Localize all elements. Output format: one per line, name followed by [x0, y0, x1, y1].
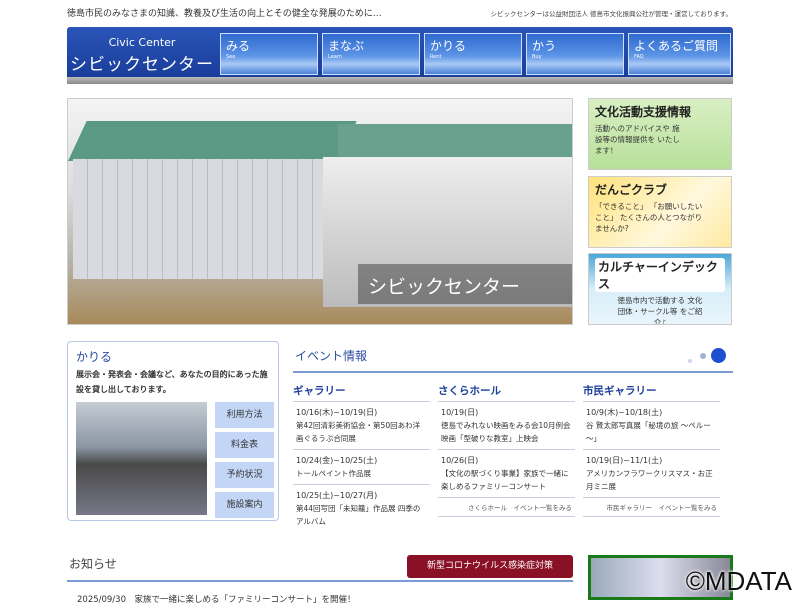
nav-label: みる [226, 39, 251, 53]
nav-learn[interactable]: まなぶ Learn [322, 33, 420, 75]
event-item[interactable]: 10/26(日) 【文化の駅づくり事業】家族で一緒に楽しめるファミリーコンサート [438, 450, 575, 498]
event-title: 【文化の駅づくり事業】家族で一緒に楽しめるファミリーコンサート [441, 469, 569, 491]
event-item[interactable]: 10/16(木)~10/19(日) 第42回清彩美術協会・第50回あわ洋画ぐるうぷ… [293, 402, 430, 450]
event-item[interactable]: 10/9(木)~10/18(土) 谷 賢太郎写真展「秘境の旅 ～ペルー～」 [583, 402, 720, 450]
event-date: 10/25(土)~10/27(月) [296, 491, 378, 500]
nav-faq[interactable]: よくあるご質問 FAQ [628, 33, 731, 75]
event-item[interactable]: 10/19(日) 徳島でみれない映画をみる会10月例会 映画「型破りな教室」上映会 [438, 402, 575, 450]
nav-label: よくあるご質問 [634, 39, 719, 53]
operator-note: シビックセンターは公益財団法人 徳島市文化振興公社が管理・運営しております。 [490, 10, 732, 18]
column-title: 市民ギャラリー [583, 383, 720, 402]
events-column-gallery: ギャラリー 10/16(木)~10/19(日) 第42回清彩美術協会・第50回あわ… [293, 383, 430, 532]
nav-see[interactable]: みる See [220, 33, 318, 75]
event-title: 第44回写団「未知籠」作品展 四季のアルバム [296, 504, 421, 526]
banner-title: 文化活動支援情報 [595, 105, 692, 119]
news-title: お知らせ [69, 557, 117, 571]
event-date: 10/24(金)~10/25(土) [296, 456, 378, 465]
banner-title: だんごクラブ [595, 183, 668, 197]
hero-caption: シビックセンター [358, 264, 572, 304]
header-strip [67, 77, 733, 84]
banner-desc: 「できること」 「お願いしたいこと」 たくさんの人とつながりませんか? [595, 202, 703, 233]
building-roof [68, 121, 357, 161]
banner-desc: 活動へのアドバイスや 施設等の情報提供を いたします！ [595, 124, 680, 155]
nav-sublabel: See [226, 54, 236, 60]
banner-culture-support[interactable]: 文化活動支援情報活動へのアドバイスや 施設等の情報提供を いたします！ [588, 98, 732, 170]
banner-dango-club[interactable]: だんごクラブ「できること」 「お願いしたいこと」 たくさんの人とつながりませんか… [588, 176, 732, 248]
nav-buy[interactable]: かう Buy [526, 33, 624, 75]
events-title: イベント情報 [295, 349, 368, 363]
facility-photo [76, 402, 207, 515]
more-events-link[interactable]: さくらホール イベント一覧をみる [438, 498, 575, 517]
reservation-button[interactable]: 予約状況 [215, 462, 274, 488]
events-column-sakura-hall: さくらホール 10/19(日) 徳島でみれない映画をみる会10月例会 映画「型破り… [438, 383, 575, 517]
nav-label: かう [532, 39, 557, 53]
rent-box: かりる 展示会・発表会・会議など、あなたの目的にあった施設を貸し出しております。… [67, 341, 279, 521]
column-title: ギャラリー [293, 383, 430, 402]
nav-sublabel: Rent [430, 54, 442, 60]
event-date: 10/19(日)~11/1(土) [586, 456, 663, 465]
event-item[interactable]: 10/25(土)~10/27(月) 第44回写団「未知籠」作品展 四季のアルバム [293, 485, 430, 532]
rent-desc: 展示会・発表会・会議など、あなたの目的にあった施設を貸し出しております。 [76, 370, 268, 394]
logo-ja: シビックセンター [70, 55, 214, 75]
banner-desc: 徳島市内で活動する 文化団体・サークル等 をご紹介♪ [617, 296, 703, 325]
news-item[interactable]: 2025/09/30 家族で一緒に楽しめる「ファミリーコンサート」を開催！ [77, 593, 356, 605]
event-date: 10/16(木)~10/19(日) [296, 408, 378, 417]
event-date: 10/19(日) [441, 408, 479, 417]
event-title: 第42回清彩美術協会・第50回あわ洋画ぐるうぷ合同展 [296, 421, 421, 443]
usage-button[interactable]: 利用方法 [215, 402, 274, 428]
carousel-dot[interactable] [688, 359, 692, 363]
tagline: 徳島市民のみなさまの知識、教養及び生活の向上とその健全な発展のために… [67, 9, 382, 19]
facility-guide-button[interactable]: 施設案内 [215, 492, 274, 518]
event-date: 10/26(日) [441, 456, 479, 465]
building [73, 159, 328, 279]
watermark: ©MDATA [685, 566, 792, 596]
event-title: 谷 賢太郎写真展「秘境の旅 ～ペルー～」 [586, 421, 711, 443]
rent-title: かりる [76, 350, 113, 364]
column-title: さくらホール [438, 383, 575, 402]
event-title: トールペイント作品展 [296, 469, 371, 478]
hero-image[interactable]: シビックセンター [67, 98, 573, 325]
banner-title: カルチャーインデックス [595, 258, 725, 292]
nav-sublabel: FAQ [634, 54, 644, 60]
event-title: 徳島でみれない映画をみる会10月例会 映画「型破りな教室」上映会 [441, 421, 571, 443]
carousel-dot-active[interactable] [711, 348, 726, 363]
fee-button[interactable]: 料金表 [215, 432, 274, 458]
nav-label: まなぶ [328, 39, 365, 53]
site-logo[interactable]: Civic Center シビックセンター [67, 27, 217, 77]
nav-label: かりる [430, 39, 467, 53]
events-column-citizen-gallery: 市民ギャラリー 10/9(木)~10/18(土) 谷 賢太郎写真展「秘境の旅 ～ペ… [583, 383, 720, 517]
event-item[interactable]: 10/24(金)~10/25(土) トールペイント作品展 [293, 450, 430, 485]
nav-rent[interactable]: かりる Rent [424, 33, 522, 75]
covid-measures-button[interactable]: 新型コロナウイルス感染症対策 [407, 555, 573, 578]
event-title: アメリカンフラワークリスマス・お正月ミニ展 [586, 469, 713, 491]
building-roof [338, 124, 572, 159]
event-date: 10/9(木)~10/18(土) [586, 408, 663, 417]
more-events-link[interactable]: 市民ギャラリー イベント一覧をみる [583, 498, 720, 517]
logo-en: Civic Center [108, 36, 176, 49]
carousel-dot[interactable] [700, 353, 706, 359]
banner-culture-index[interactable]: カルチャーインデックス徳島市内で活動する 文化団体・サークル等 をご紹介♪ [588, 253, 732, 325]
nav-sublabel: Learn [328, 54, 342, 60]
news-divider [67, 580, 573, 582]
nav-sublabel: Buy [532, 54, 542, 60]
events-divider [293, 371, 733, 373]
event-item[interactable]: 10/19(日)~11/1(土) アメリカンフラワークリスマス・お正月ミニ展 [583, 450, 720, 498]
